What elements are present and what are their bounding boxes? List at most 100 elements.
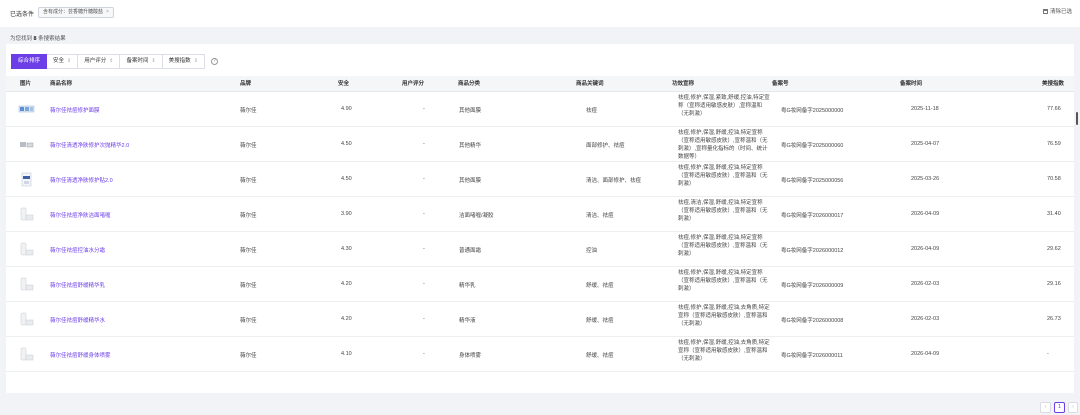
product-thumbnail[interactable] (18, 171, 35, 188)
col-image: 图片 (20, 81, 32, 87)
col-category: 商品分类 (458, 81, 481, 87)
sort-tab-record-date[interactable]: 备案时间 ⇕ (120, 54, 163, 69)
safety-score: 4.50 (341, 141, 352, 147)
efficacy-claim: 祛痘,修护,保湿,舒缓,控油,去角质,特定宣称（宣称适用敏感皮肤）,宣称温和（无… (678, 305, 770, 327)
sort-arrows-icon: ⇕ (67, 58, 72, 64)
product-thumbnail[interactable] (18, 136, 35, 153)
table-header: 图片 商品名称 品牌 安全 用户评分 商品分类 商品关键词 功效宣称 备案号 备… (6, 76, 1074, 92)
beauty-index: - (1047, 351, 1049, 357)
col-rating[interactable]: 用户评分 (402, 76, 424, 92)
product-name-link[interactable]: 薇尔佳清透净肤修护次抛精华2.0 (50, 141, 129, 149)
brand-cell: 薇尔佳 (240, 283, 257, 289)
table-row[interactable]: 薇尔佳祛痘舒缓身体喷雾 薇尔佳 4.10 - 身体喷雾 舒缓、祛痘 粤G妆网备字202600… (6, 337, 1074, 372)
sort-tab-rating[interactable]: 用户评分 ⇕ (78, 54, 121, 69)
beauty-index: 31.40 (1047, 211, 1061, 217)
keywords-cell: 清洁、面部修护、祛痘 (586, 178, 642, 184)
product-name-link[interactable]: 薇尔佳清透净肤修护贴2.0 (50, 176, 113, 184)
col-name: 商品名称 (50, 81, 73, 87)
product-thumbnail[interactable] (18, 276, 35, 293)
table-row[interactable]: 薇尔佳祛痘舒缓精华乳 薇尔佳 4.20 - 精华乳 舒缓、祛痘 粤G妆网备字20260000… (6, 267, 1074, 302)
brand-cell: 薇尔佳 (240, 178, 257, 184)
result-prefix: 为您找到 (10, 36, 33, 42)
record-date: 2026-04-09 (911, 246, 940, 252)
record-number: 粤G妆网备字2026000009 (781, 283, 844, 289)
record-number: 粤G妆网备字2026000012 (781, 248, 844, 254)
user-rating: - (423, 176, 425, 182)
product-name-link[interactable]: 薇尔佳祛痘修护面膜 (50, 106, 100, 114)
sort-arrows-icon: ⇕ (151, 58, 156, 64)
product-name-link[interactable]: 薇尔佳祛痘净肤洁面啫喱 (50, 211, 111, 219)
beauty-index: 29.16 (1047, 281, 1061, 287)
sort-tab-label: 备案时间 (126, 58, 149, 64)
col-index[interactable]: 美搜指数 (1042, 76, 1064, 92)
keywords-cell: 舒缓、祛痘 (586, 353, 614, 359)
brand-cell: 薇尔佳 (240, 108, 257, 114)
table-row[interactable]: 薇尔佳清透净肤修护次抛精华2.0 薇尔佳 4.50 - 其他精华 面部修护、祛痘 粤G妆网备… (6, 127, 1074, 162)
keywords-cell: 清洁、祛痘 (586, 213, 614, 219)
filter-tag[interactable]: 含有成分：芸香糖升糖酸盐 × (38, 7, 114, 18)
sort-bar: 综合排序 安全 ⇕ 用户评分 ⇕ 备案时间 ⇕ 美搜指数 ⇕ ? (11, 54, 218, 69)
sort-tab-index[interactable]: 美搜指数 ⇕ (162, 54, 205, 69)
sort-tab-safety[interactable]: 安全 ⇕ (47, 54, 79, 69)
beauty-index: 77.66 (1047, 106, 1061, 112)
product-thumbnail[interactable] (18, 101, 35, 118)
record-date: 2026-02-03 (911, 316, 940, 322)
safety-score: 4.10 (341, 351, 352, 357)
col-record-date[interactable]: 备案时间 (900, 76, 922, 92)
scrollbar-thumb[interactable] (1076, 112, 1078, 125)
sort-tab-overall[interactable]: 综合排序 (11, 54, 48, 69)
record-date: 2026-04-09 (911, 351, 940, 357)
product-thumbnail[interactable] (18, 241, 35, 258)
product-name-link[interactable]: 薇尔佳祛痘舒缓精华水 (50, 316, 105, 324)
safety-score: 4.90 (341, 106, 352, 112)
record-date: 2026-02-03 (911, 281, 940, 287)
sort-tab-label: 安全 (53, 58, 65, 64)
product-name-link[interactable]: 薇尔佳祛痘控油水分霜 (50, 246, 105, 254)
close-icon[interactable]: × (106, 9, 109, 15)
keywords-cell: 控油 (586, 248, 598, 254)
efficacy-claim: 祛痘,修护,保湿,舒缓,控油,特定宣称（宣称适用敏感皮肤）,宣称温和（无刺激） (678, 235, 768, 257)
table-row[interactable]: 薇尔佳祛痘舒缓精华水 薇尔佳 4.20 - 精华液 舒缓、祛痘 粤G妆网备字20260000… (6, 302, 1074, 337)
help-icon[interactable]: ? (210, 58, 218, 65)
sort-arrows-icon: ⇕ (109, 58, 114, 64)
table-row[interactable]: 薇尔佳清透净肤修护贴2.0 薇尔佳 4.50 - 其他面膜 清洁、面部修护、祛痘 粤G妆网备… (6, 162, 1074, 197)
pagination-page-1[interactable]: 1 (1054, 402, 1065, 413)
result-summary: 为您找到 8 条搜索结果 (10, 34, 66, 42)
trash-icon (1042, 9, 1048, 14)
pagination-next[interactable]: › (1068, 402, 1078, 413)
user-rating: - (423, 281, 425, 287)
beauty-index: 29.62 (1047, 246, 1061, 252)
user-rating: - (423, 211, 425, 217)
brand-cell: 薇尔佳 (240, 213, 257, 219)
product-thumbnail[interactable] (18, 311, 35, 328)
product-thumbnail[interactable] (18, 206, 35, 223)
product-thumbnail[interactable] (18, 346, 35, 363)
sort-arrows-icon: ⇕ (193, 58, 198, 64)
safety-score: 4.50 (341, 176, 352, 182)
col-safety[interactable]: 安全 (338, 76, 349, 92)
user-rating: - (423, 106, 425, 112)
category-cell: 普通面霜 (459, 248, 482, 254)
col-keywords: 商品关键词 (576, 81, 604, 87)
table-row[interactable]: 薇尔佳祛痘控油水分霜 薇尔佳 4.30 - 普通面霜 控油 粤G妆网备字2026000012… (6, 232, 1074, 267)
clear-filters-button[interactable]: 清除已选 (1042, 7, 1072, 15)
product-name-link[interactable]: 薇尔佳祛痘舒缓精华乳 (50, 281, 105, 289)
category-cell: 精华液 (459, 318, 476, 324)
keywords-cell: 舒缓、祛痘 (586, 318, 614, 324)
pagination-prev[interactable]: ‹ (1040, 402, 1051, 413)
user-rating: - (423, 316, 425, 322)
record-number: 粤G妆网备字2025000056 (781, 178, 844, 184)
record-date: 2025-03-26 (911, 176, 940, 182)
filter-label: 已选条件 (10, 12, 35, 18)
safety-score: 4.20 (341, 281, 352, 287)
sort-tab-label: 美搜指数 (168, 58, 191, 64)
clear-filters-label: 清除已选 (1049, 9, 1072, 15)
table-row[interactable]: 薇尔佳祛痘修护面膜 薇尔佳 4.90 - 其他面膜 祛痘 粤G妆网备字2025000000 2… (6, 92, 1074, 127)
table-row[interactable]: 薇尔佳祛痘净肤洁面啫喱 薇尔佳 3.90 - 洁面啫喱/凝胶 清洁、祛痘 粤G妆网备字202… (6, 197, 1074, 232)
record-date: 2025-04-07 (911, 141, 940, 147)
record-date: 2026-04-09 (911, 211, 940, 217)
filter-tag-label: 含有成分：芸香糖升糖酸盐 (43, 9, 104, 15)
beauty-index: 70.58 (1047, 176, 1061, 182)
brand-cell: 薇尔佳 (240, 248, 257, 254)
product-name-link[interactable]: 薇尔佳祛痘舒缓身体喷雾 (50, 351, 111, 359)
